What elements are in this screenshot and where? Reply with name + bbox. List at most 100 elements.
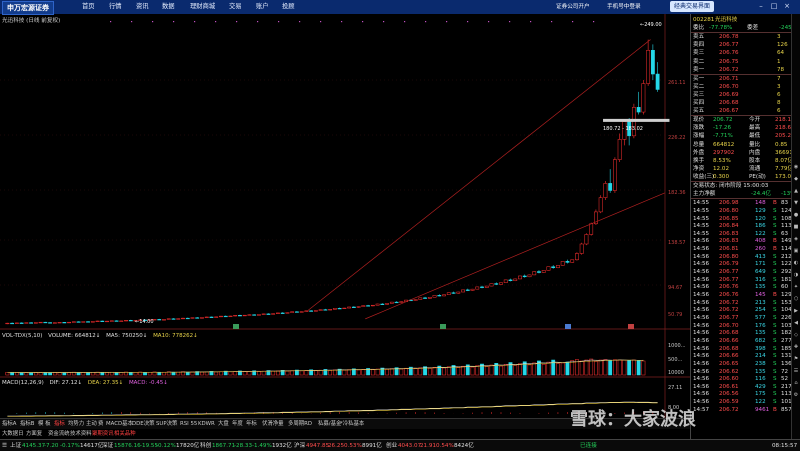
- nav-wealth-mall[interactable]: 理财商城: [190, 0, 215, 14]
- subtab-tech-data[interactable]: 技术资料: [70, 430, 92, 439]
- stat-row[interactable]: 收益(三) 0.300 PE(动) 173.0: [693, 173, 793, 181]
- stat-row[interactable]: 涨幅 -7.71% 最低 205.20: [693, 132, 795, 140]
- stat-row[interactable]: 净资 12.02 流通 7.79亿: [693, 165, 793, 173]
- candle-body: [508, 279, 513, 281]
- kline-chart[interactable]: [0, 14, 690, 418]
- tab-sup[interactable]: SUP决策: [156, 420, 177, 429]
- bid-row[interactable]: 买二 206.70 3: [693, 83, 793, 91]
- bid-row[interactable]: 买四 206.68 8: [693, 99, 793, 107]
- volume-bar: [342, 370, 347, 376]
- tab-market[interactable]: 大盘: [218, 420, 229, 429]
- classic-trade-button[interactable]: 经典交易界面: [670, 1, 715, 12]
- nav-market[interactable]: 行情: [109, 0, 122, 14]
- stat-row[interactable]: 外盘 297902 内盘 366910: [693, 149, 796, 157]
- toolbar-tool-icon[interactable]: ▼: [793, 200, 799, 206]
- toolbar-tool-icon[interactable]: ◆: [793, 176, 799, 182]
- candle-body: [499, 282, 503, 285]
- macd-indicator-header[interactable]: MACD(12,26,9) DIF: 27.12↓ DEA: 27.35↓ MA…: [2, 380, 172, 386]
- tab-private-basic[interactable]: *冷私基本: [340, 420, 364, 429]
- volume-bar: [399, 368, 404, 376]
- toolbar-tool-icon[interactable]: ▶: [793, 308, 799, 314]
- bid-row[interactable]: 买一 206.71 7: [693, 75, 793, 83]
- candle-body: [494, 283, 499, 285]
- toolbar-tool-icon[interactable]: ◐: [793, 260, 799, 266]
- candle-body: [461, 289, 465, 293]
- nav-news[interactable]: 资讯: [136, 0, 149, 14]
- event-marker: [320, 21, 322, 23]
- toolbar-tool-icon[interactable]: ◉: [793, 164, 799, 170]
- subtab-news[interactable]: 聚期资讯: [92, 430, 114, 439]
- subtab-fund-flow[interactable]: 资金流统: [48, 430, 70, 439]
- toolbar-tool-icon[interactable]: ▲: [793, 188, 799, 194]
- nav-account[interactable]: 账户: [256, 0, 269, 14]
- candle-body: [261, 313, 266, 315]
- tab-fee[interactable]: 费: [98, 420, 103, 429]
- tick-row[interactable]: 14:57 206.72 9461 B 857: [693, 406, 793, 414]
- tab-indicator-b[interactable]: 指标B: [20, 420, 34, 429]
- toolbar-tool-icon[interactable]: ⌂: [793, 380, 799, 386]
- tab-benchmark[interactable]: 年标: [246, 420, 257, 429]
- open-account-link[interactable]: 证券公司开户: [553, 2, 593, 12]
- nav-advisor[interactable]: 投顾: [282, 0, 295, 14]
- toolbar-tool-icon[interactable]: ⚙: [793, 392, 799, 398]
- volume-bar: [290, 370, 295, 376]
- trade-status-row[interactable]: 交易状态: 闭市阶段 15:00:03: [693, 182, 793, 190]
- ask-row[interactable]: 卖五 206.78 3: [693, 33, 793, 41]
- tab-private-fund[interactable]: 私募/基金: [318, 420, 341, 429]
- nav-trade[interactable]: 交易: [229, 0, 242, 14]
- tab-kdwr[interactable]: KDWR: [198, 420, 215, 429]
- tab-template[interactable]: 模 板: [38, 420, 51, 429]
- nav-home[interactable]: 首页: [82, 0, 95, 14]
- volume-indicator-header[interactable]: VOL-TDX(5,10) VOLUME: 664812↓ MA5: 75025…: [2, 333, 202, 339]
- nav-data[interactable]: 数据: [162, 0, 175, 14]
- subtab-review[interactable]: 方面复: [26, 430, 42, 439]
- bid-row[interactable]: 买五 206.67 6: [693, 107, 793, 115]
- maximize-icon[interactable]: □: [770, 2, 778, 10]
- toolbar-tool-icon[interactable]: ◀: [793, 320, 799, 326]
- tab-indicator[interactable]: 指标: [54, 420, 65, 429]
- toolbar-tool-icon[interactable]: ◈: [793, 236, 799, 242]
- toolbar-tool-icon[interactable]: ◑: [793, 272, 799, 278]
- close-icon[interactable]: ×: [783, 2, 791, 10]
- stat-row[interactable]: 涨跌 -17.26 最高 218.68: [693, 124, 795, 132]
- stat-row[interactable]: 现价 206.72 今开 218.18: [693, 116, 795, 124]
- axis-label: 182.36: [668, 190, 686, 196]
- toolbar-tool-icon[interactable]: ✦: [793, 284, 799, 290]
- bid-row[interactable]: 买三 206.69 6: [693, 91, 793, 99]
- toolbar-tool-icon[interactable]: ☰: [793, 368, 799, 374]
- toolbar-tool-icon[interactable]: ◇: [793, 332, 799, 338]
- candle-body: [57, 322, 62, 324]
- order-ratio-row[interactable]: 委比 -77.78% 委差 -245: [693, 24, 793, 32]
- volume-bar: [636, 360, 641, 376]
- toolbar-tool-icon[interactable]: ⬡: [793, 296, 799, 302]
- subtab-bigdata[interactable]: 大数据日: [2, 430, 24, 439]
- ask-row[interactable]: 卖二 206.75 1: [693, 58, 793, 66]
- toolbar-tool-icon[interactable]: ■: [793, 224, 799, 230]
- stat-row[interactable]: 换手 8.53% 股本 8.07亿: [693, 157, 793, 165]
- toolbar-tool-icon[interactable]: ●: [793, 212, 799, 218]
- main-fund-row[interactable]: 主力净额 -24.4亿 -13%: [693, 190, 795, 198]
- toolbar-tool-icon[interactable]: ▣: [793, 248, 799, 254]
- ask-row[interactable]: 卖四 206.77 126: [693, 41, 793, 49]
- volume-bar: [631, 359, 636, 376]
- minimize-icon[interactable]: –: [757, 2, 765, 10]
- subtab-related[interactable]: 相关品种: [114, 430, 136, 439]
- phone-login-link[interactable]: 手机号中登录: [604, 2, 644, 12]
- tab-macd-basic[interactable]: MACD基本: [106, 420, 133, 429]
- tab-dde[interactable]: DDE决策: [132, 420, 155, 429]
- tab-annual[interactable]: 年度: [232, 420, 243, 429]
- toolbar-tool-icon[interactable]: ✚: [793, 344, 799, 350]
- ask-row[interactable]: 卖三 206.76 64: [693, 49, 793, 57]
- toolbar-tool-icon[interactable]: ⚑: [793, 356, 799, 362]
- tab-power[interactable]: 均势力: [68, 420, 84, 429]
- tab-active[interactable]: 主动: [86, 420, 97, 429]
- stat-row[interactable]: 总量 664812 量比 0.85: [693, 141, 793, 149]
- tab-rsi[interactable]: RSI 55: [180, 420, 197, 429]
- tab-net-volume[interactable]: 伏滑净量: [262, 420, 284, 429]
- quote-header[interactable]: 002281 光迅科技: [693, 16, 793, 24]
- tab-multi-period[interactable]: 多周期RD: [288, 420, 312, 429]
- tab-indicator-a[interactable]: 指标A: [2, 420, 16, 429]
- volume-bar: [532, 362, 537, 376]
- ask-row[interactable]: 卖一 206.72 78: [693, 66, 793, 74]
- candle-body: [532, 271, 537, 276]
